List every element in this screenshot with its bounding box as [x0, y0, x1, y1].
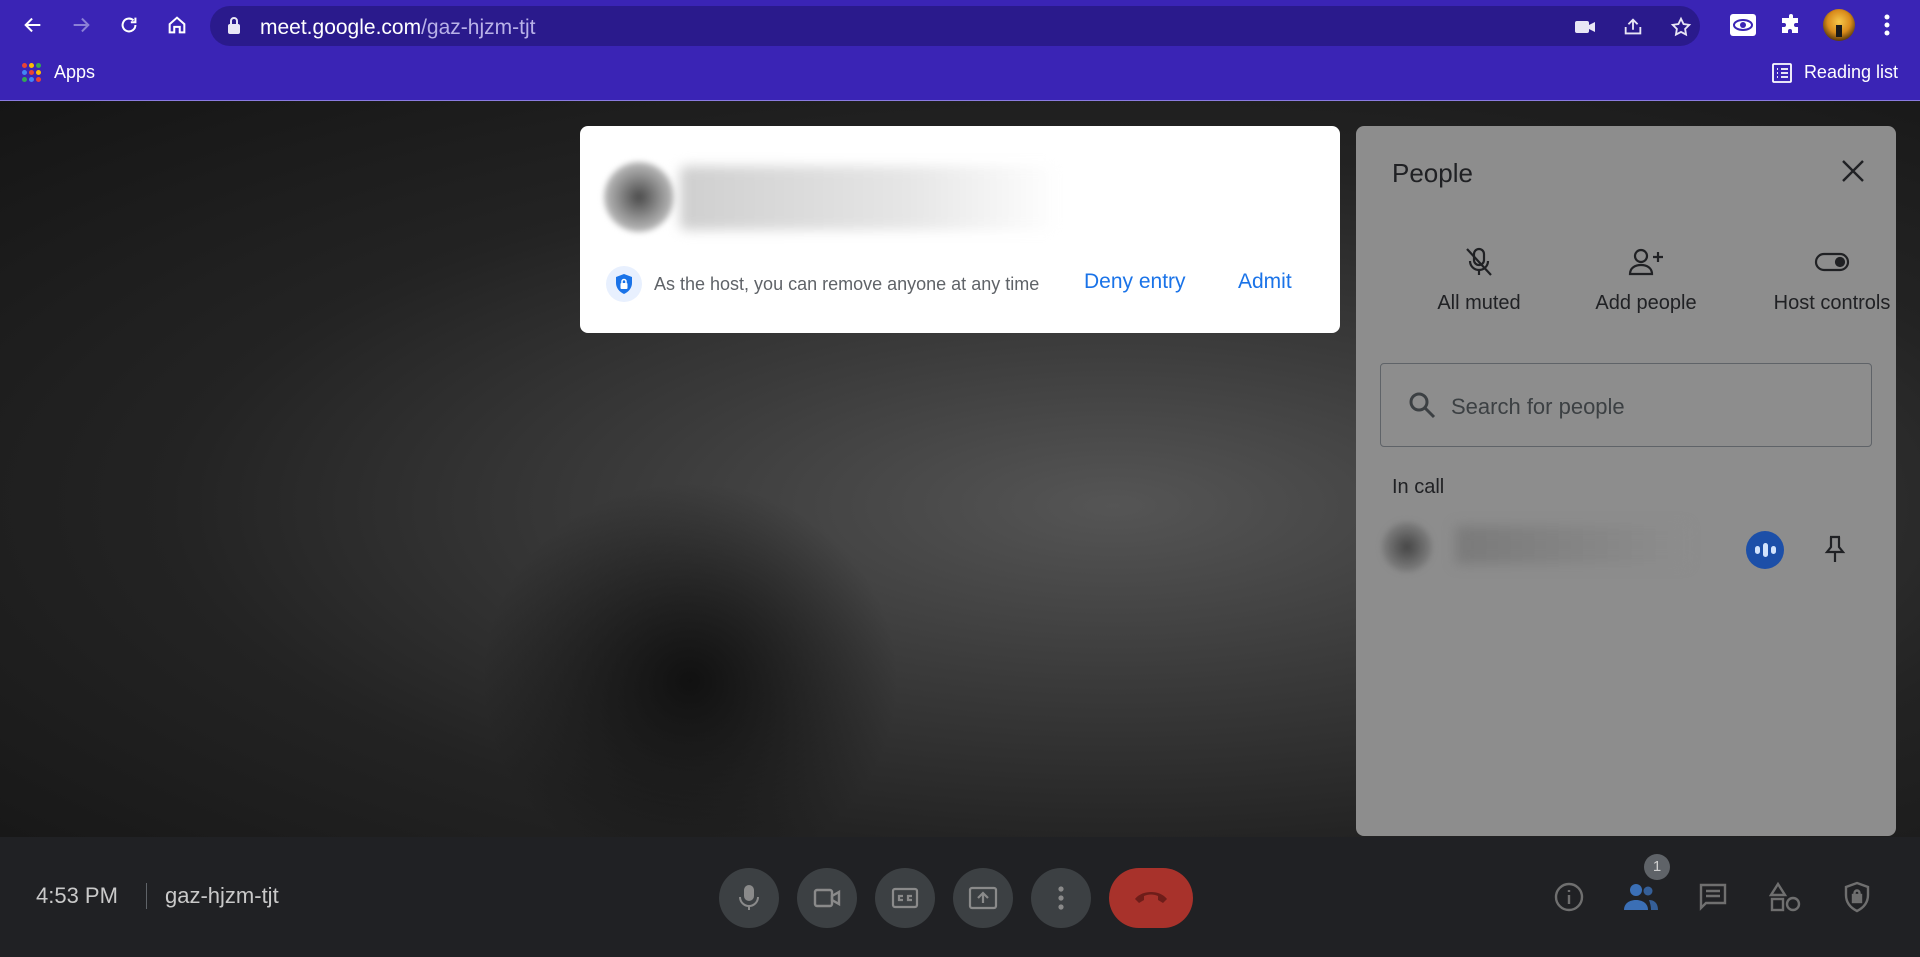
- search-placeholder: Search for people: [1451, 394, 1625, 419]
- mic-off-icon: [1466, 247, 1492, 276]
- meeting-code: gaz-hjzm-tjt: [165, 883, 279, 908]
- blurred-video-shadow: [480, 481, 900, 881]
- camera-button[interactable]: [797, 868, 857, 928]
- home-icon[interactable]: [160, 8, 194, 42]
- in-call-heading: In call: [1392, 476, 1445, 498]
- video-camera-icon: [813, 888, 841, 908]
- extensions-puzzle-icon[interactable]: [1774, 8, 1808, 42]
- meeting-time: 4:53 PM: [36, 883, 118, 908]
- apps-grid-icon: [22, 62, 42, 83]
- browser-chrome: meet.google.com/gaz-hjzm-tjt Apps Readin…: [0, 0, 1920, 101]
- meeting-controls-bar: 4:53 PM gaz-hjzm-tjt 1: [0, 837, 1920, 957]
- profile-avatar[interactable]: [1822, 8, 1856, 42]
- hang-up-icon: [1135, 892, 1167, 903]
- participant-count-badge: 1: [1644, 854, 1670, 880]
- lock-icon: [228, 17, 240, 34]
- apps-label: Apps: [54, 62, 96, 82]
- shield-lock-icon: [1844, 881, 1870, 913]
- forward-icon[interactable]: [64, 8, 98, 42]
- url-text: meet.google.com/gaz-hjzm-tjt: [260, 16, 536, 39]
- requester-name-blurred: [680, 166, 1060, 230]
- pin-icon[interactable]: [1822, 534, 1848, 569]
- admit-dialog: As the host, you can remove anyone at an…: [580, 126, 1340, 333]
- toggle-icon: [1814, 252, 1850, 272]
- host-controls-control[interactable]: Host controls: [1752, 246, 1912, 315]
- share-icon[interactable]: [1620, 14, 1646, 40]
- reading-list-icon: [1772, 62, 1792, 83]
- shield-lock-icon: [606, 266, 642, 302]
- people-panel: People All muted Add people Host control…: [1356, 126, 1896, 836]
- host-controls-label: Host controls: [1773, 292, 1891, 314]
- people-search-field[interactable]: Search for people: [1380, 363, 1872, 447]
- present-screen-icon: [968, 886, 998, 910]
- more-options-button[interactable]: [1031, 868, 1091, 928]
- reload-icon[interactable]: [112, 8, 146, 42]
- people-button[interactable]: [1621, 877, 1661, 917]
- reading-list-label: Reading list: [1803, 62, 1898, 82]
- people-icon: [1624, 884, 1658, 910]
- all-muted-label: All muted: [1437, 292, 1521, 314]
- captions-button[interactable]: [875, 868, 935, 928]
- deny-entry-button[interactable]: Deny entry: [1084, 270, 1186, 294]
- person-add-icon: [1628, 248, 1663, 276]
- host-info-text: As the host, you can remove anyone at an…: [654, 274, 1040, 294]
- leave-call-button[interactable]: [1109, 868, 1193, 928]
- activities-button[interactable]: [1765, 877, 1805, 917]
- all-muted-control[interactable]: All muted: [1399, 246, 1559, 315]
- add-people-control[interactable]: Add people: [1566, 246, 1726, 315]
- microphone-button[interactable]: [719, 868, 779, 928]
- participant-avatar: [1382, 522, 1432, 572]
- bookmark-star-icon[interactable]: [1668, 14, 1694, 40]
- closed-captions-icon: [891, 887, 919, 909]
- browser-menu-icon[interactable]: [1870, 8, 1904, 42]
- host-controls-button[interactable]: [1837, 877, 1877, 917]
- info-icon: [1554, 882, 1584, 912]
- reading-list-button[interactable]: Reading list: [1772, 62, 1898, 83]
- mic-icon: [739, 885, 759, 910]
- divider: [146, 883, 147, 909]
- add-people-label: Add people: [1595, 292, 1697, 314]
- chat-button[interactable]: [1693, 877, 1733, 917]
- bookmarks-bar: Apps Reading list: [0, 54, 1920, 94]
- search-icon: [1409, 392, 1436, 419]
- back-icon[interactable]: [16, 8, 50, 42]
- admit-button[interactable]: Admit: [1238, 270, 1292, 294]
- apps-bookmark[interactable]: Apps: [22, 62, 95, 83]
- speaking-indicator-icon: [1746, 531, 1784, 569]
- activities-shapes-icon: [1769, 881, 1801, 912]
- camera-icon[interactable]: [1572, 14, 1598, 40]
- requester-avatar: [604, 162, 674, 232]
- close-icon[interactable]: [1840, 158, 1870, 188]
- meeting-details-button[interactable]: [1549, 877, 1589, 917]
- panel-title: People: [1392, 158, 1473, 188]
- more-vert-icon: [1058, 886, 1064, 910]
- participant-name-blurred: [1456, 526, 1686, 564]
- address-bar[interactable]: meet.google.com/gaz-hjzm-tjt: [210, 6, 1700, 46]
- chat-icon: [1699, 883, 1727, 911]
- eye-extension-icon[interactable]: [1726, 8, 1760, 42]
- present-screen-button[interactable]: [953, 868, 1013, 928]
